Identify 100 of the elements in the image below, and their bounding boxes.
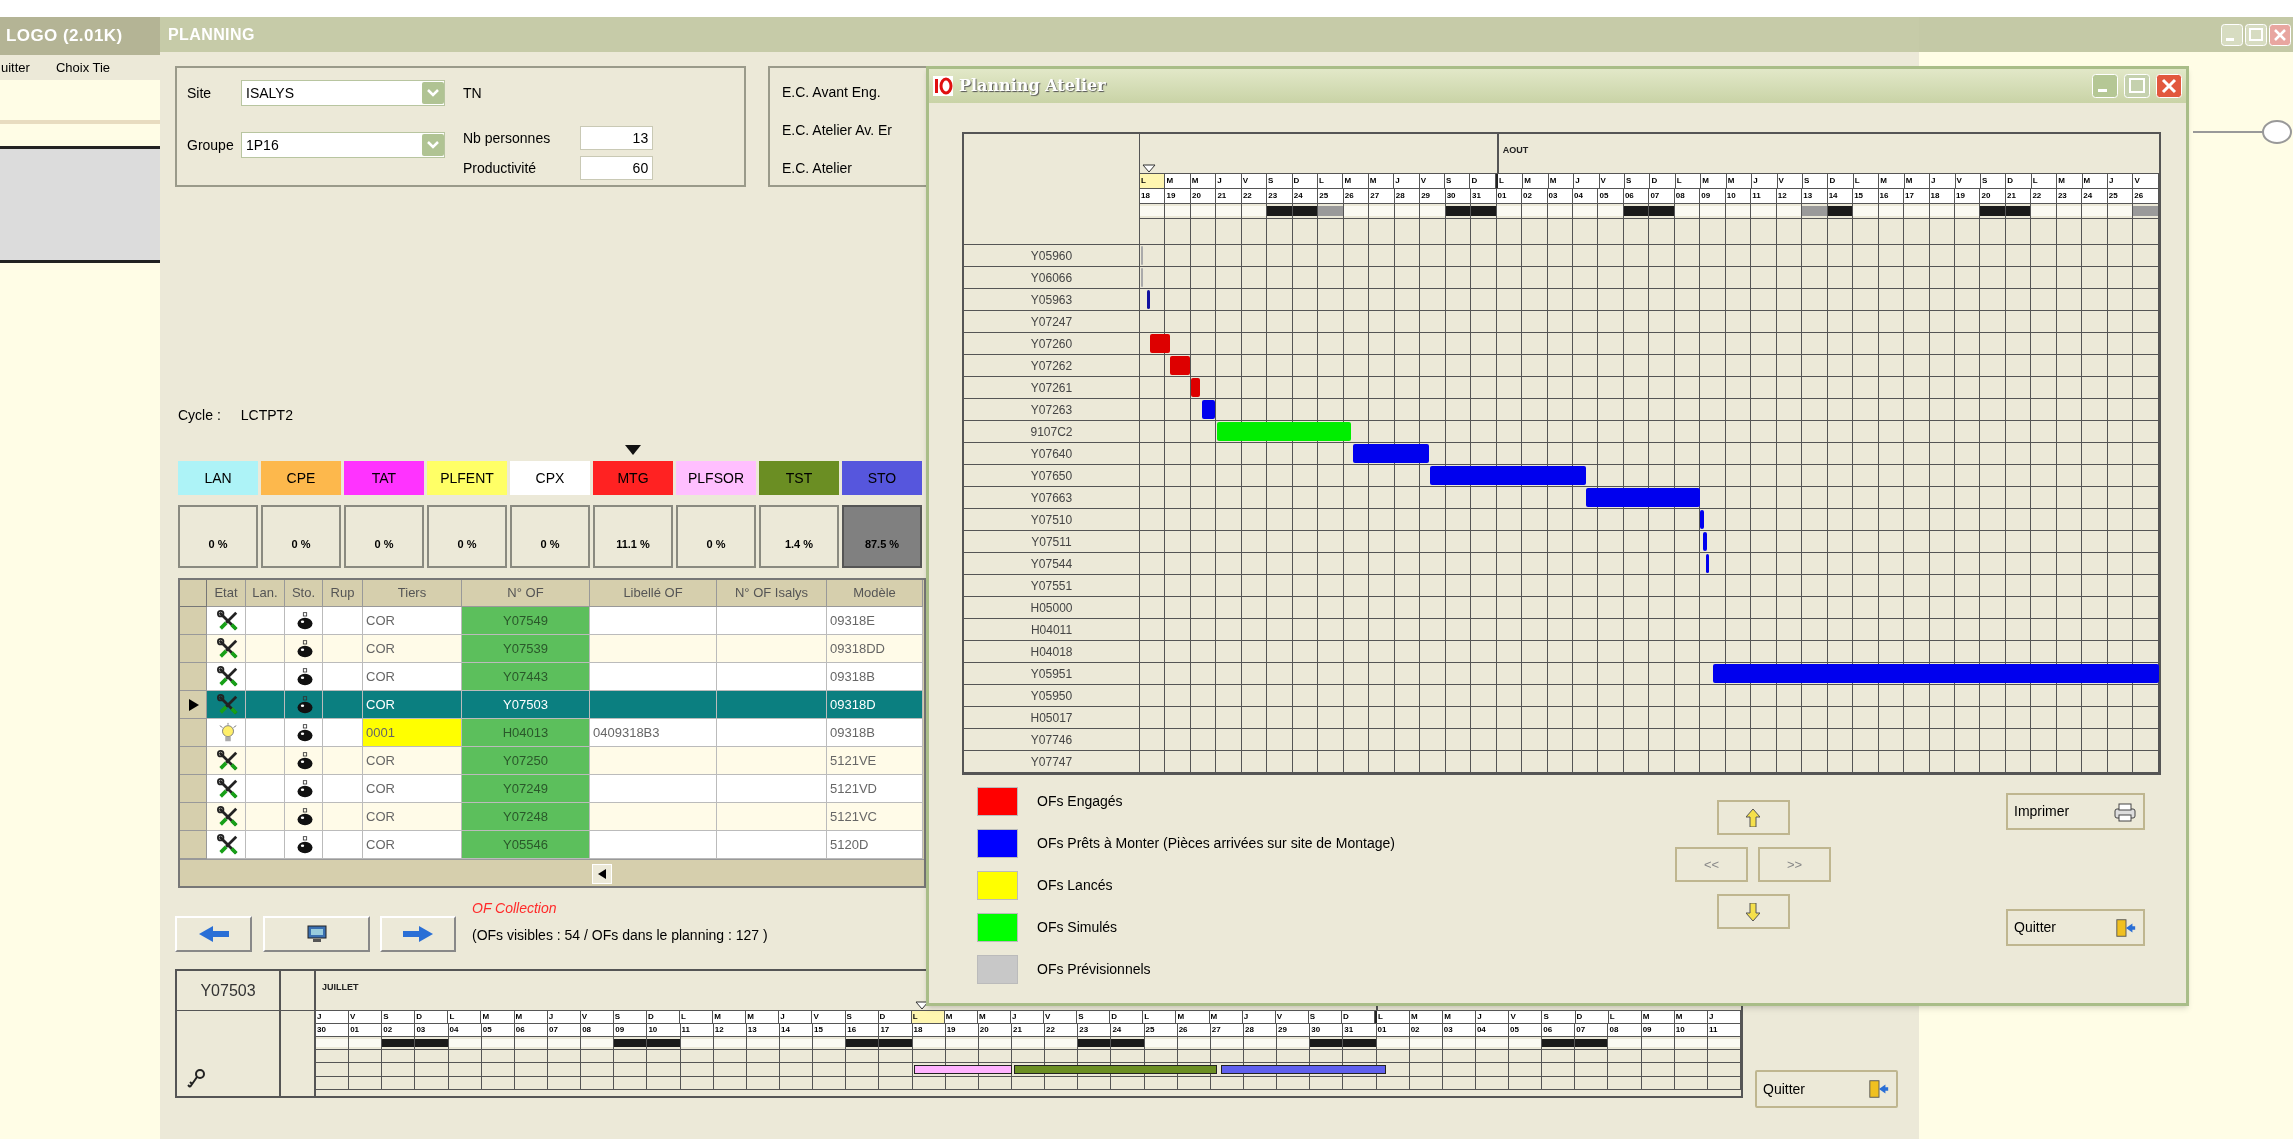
day-number: 08: [581, 1024, 615, 1036]
day-number: 18: [912, 1024, 946, 1036]
field-label: E.C. Atelier: [782, 159, 853, 178]
column-header[interactable]: Sto.: [285, 580, 323, 607]
scroll-up-button[interactable]: [1716, 800, 1790, 835]
day-number: 10: [1674, 1024, 1708, 1036]
day-letter: V: [1241, 174, 1268, 188]
day-letter: J: [316, 1011, 350, 1023]
day-number: 20: [1190, 189, 1217, 203]
day-number: 21: [2005, 189, 2032, 203]
menu-item[interactable]: uitter: [0, 57, 31, 78]
day-letter: J: [779, 1011, 813, 1023]
gantt-bar[interactable]: [1146, 290, 1150, 309]
legend-label: OFs Prêts à Monter (Pièces arrivées sur site de Montage): [1037, 834, 1395, 853]
window-title: Planning Atelier: [959, 75, 1106, 97]
day-number: 21: [1011, 1024, 1046, 1036]
column-header[interactable]: Tiers: [363, 580, 462, 607]
column-header[interactable]: Modèle: [827, 580, 923, 607]
site-select[interactable]: ISALYS: [241, 80, 445, 106]
column-header[interactable]: Lan.: [246, 580, 285, 607]
day-number: 25: [1318, 189, 1344, 203]
day-number: 26: [1343, 189, 1370, 203]
gantt-bar[interactable]: [1700, 510, 1705, 529]
timeline-bar[interactable]: [1013, 1065, 1218, 1074]
productivity-field[interactable]: 60: [580, 156, 654, 180]
day-number: 19: [1165, 189, 1191, 203]
table-cell: Y05546: [462, 831, 590, 859]
day-letter: D: [2006, 174, 2032, 188]
day-letter: S: [1542, 1011, 1576, 1023]
pot-icon: [295, 693, 315, 716]
scroll-left-button[interactable]: [592, 864, 612, 884]
arrow-left-icon: [198, 926, 229, 942]
row-label: H05017: [1030, 709, 1073, 727]
print-button[interactable]: Imprimer: [2006, 793, 2145, 830]
arrow-up-icon: [1746, 808, 1760, 827]
table-cell: COR: [363, 747, 462, 775]
day-number: 01: [349, 1024, 383, 1036]
previous-button[interactable]: [175, 916, 252, 952]
quit-button[interactable]: Quitter: [2006, 909, 2145, 946]
day-letter: V: [1509, 1011, 1543, 1023]
gantt-bar[interactable]: [1190, 378, 1201, 397]
day-letter: D: [1470, 174, 1496, 188]
day-letter: J: [1476, 1011, 1510, 1023]
day-number: 14: [1827, 189, 1854, 203]
timeline-bar[interactable]: [914, 1065, 1012, 1074]
row-label: Y07640: [1030, 445, 1073, 463]
column-header[interactable]: Etat: [207, 580, 246, 607]
day-letter: M: [1209, 1011, 1243, 1023]
row-label: Y06066: [1030, 269, 1073, 287]
triangle-left-icon: [598, 869, 606, 879]
day-letter: D: [1341, 1011, 1375, 1023]
day-letter: S: [845, 1011, 879, 1023]
table-cell: H04013: [462, 719, 590, 747]
day-number: 24: [1292, 189, 1319, 203]
day-number: 23: [2056, 189, 2083, 203]
column-header[interactable]: Rup: [323, 580, 363, 607]
percent-box: 0 %: [344, 505, 424, 568]
day-number: 15: [813, 1024, 847, 1036]
day-letter: D: [1575, 1011, 1609, 1023]
day-letter: J: [547, 1011, 581, 1023]
key-icon: [185, 1068, 207, 1090]
percent-box: 0 %: [261, 505, 341, 568]
day-letter: L: [1853, 174, 1880, 188]
menu-item[interactable]: Choix Tie: [54, 57, 112, 78]
day-number: 17: [1904, 189, 1930, 203]
day-number: 05: [1509, 1024, 1543, 1036]
day-number: 03: [1547, 189, 1573, 203]
month-label: AOUT: [1502, 144, 1529, 157]
column-header[interactable]: N° OF: [462, 580, 590, 607]
table-cell: 09318D: [827, 691, 923, 719]
table-cell: 09318B: [827, 663, 923, 691]
column-header[interactable]: Libellé OF: [590, 580, 717, 607]
day-letter: M: [1165, 174, 1191, 188]
refresh-button[interactable]: [263, 916, 370, 952]
table-cell: 5121VE: [827, 747, 923, 775]
gantt-bar[interactable]: [1705, 554, 1710, 573]
day-number: 17: [879, 1024, 913, 1036]
day-letter: M: [1674, 1011, 1708, 1023]
day-letter: V: [349, 1011, 383, 1023]
group-select[interactable]: 1P16: [241, 132, 445, 158]
field-label: Productivité: [463, 158, 538, 178]
row-label: Y07247: [1030, 313, 1073, 331]
row-header[interactable]: [180, 691, 207, 719]
scroll-down-button[interactable]: [1716, 894, 1790, 929]
window-title: LOGO (2.01K): [0, 17, 160, 55]
next-button[interactable]: [380, 916, 456, 952]
row-label: Y05963: [1030, 291, 1073, 309]
row-label: Y07551: [1030, 577, 1073, 595]
percent-box: 0 %: [178, 505, 258, 568]
day-letter: M: [1343, 174, 1369, 188]
arrow-down-icon: [1746, 902, 1760, 921]
row-label: H05000: [1030, 599, 1073, 617]
month-label: JUILLET: [322, 981, 359, 994]
column-header[interactable]: N° OF Isalys: [717, 580, 827, 607]
day-number: 03: [415, 1024, 449, 1036]
staff-count-field[interactable]: 13: [580, 126, 654, 150]
day-letter: L: [1317, 174, 1344, 188]
day-number: 29: [1277, 1024, 1311, 1036]
day-letter: S: [1980, 174, 2007, 188]
quit-button[interactable]: Quitter: [1755, 1070, 1898, 1108]
